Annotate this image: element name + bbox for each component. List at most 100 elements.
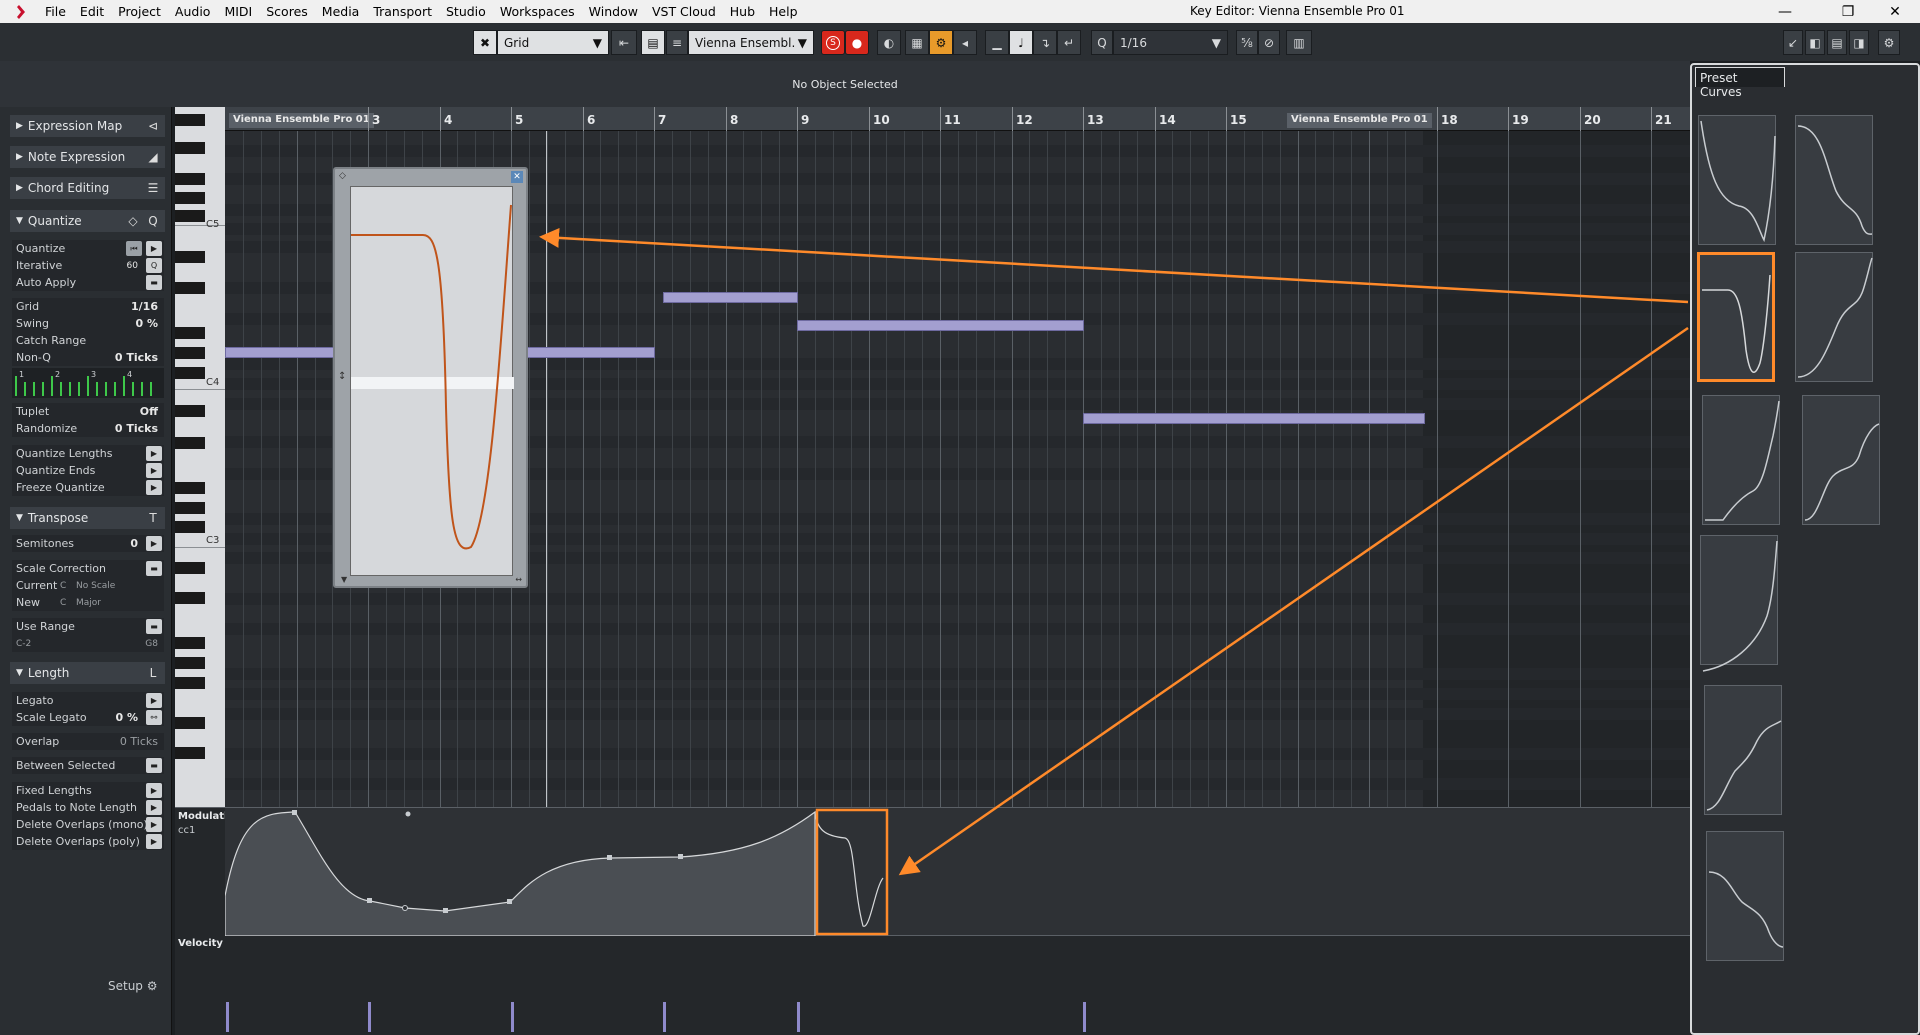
piano-keyboard[interactable]: C5 C4 C3 (175, 107, 225, 807)
row-semitones[interactable]: Semitones 0 ▶ (12, 535, 164, 552)
velocity-bar[interactable] (797, 1002, 800, 1032)
black-key[interactable] (175, 717, 205, 729)
menu-file[interactable]: File (38, 0, 73, 23)
midi-input-icon[interactable]: ⚙ (929, 30, 953, 55)
quantize-preset-select[interactable]: 1/16 ▼ (1113, 30, 1228, 55)
collapse-icon[interactable]: ↙ (1783, 30, 1803, 55)
row-delete-overlaps-mono[interactable]: Delete Overlaps (mono) ▶ (12, 816, 164, 833)
play-icon[interactable]: ▶ (146, 834, 162, 849)
black-key[interactable] (175, 347, 205, 359)
monitor-icon[interactable]: ◐ (877, 30, 901, 55)
preset-curve-thumb[interactable] (1706, 831, 1784, 961)
black-key[interactable] (175, 677, 205, 689)
row-grid[interactable]: Grid 1/16 (12, 298, 164, 315)
menu-scores[interactable]: Scores (259, 0, 315, 23)
play-icon[interactable]: ▶ (146, 480, 162, 495)
modulation-lane[interactable] (224, 808, 1690, 937)
section-transpose[interactable]: ▼ Transpose T (10, 507, 165, 529)
snap-toggle-icon[interactable]: ✖ (473, 30, 497, 55)
black-key[interactable] (175, 210, 205, 222)
gear-icon[interactable]: ⚙ (1878, 30, 1900, 55)
track-list-icon[interactable]: ▤ (641, 30, 665, 55)
black-key[interactable] (175, 637, 205, 649)
black-key[interactable] (175, 192, 205, 204)
minimize-icon[interactable]: — (1762, 0, 1808, 23)
curve-graphic[interactable] (351, 187, 514, 577)
row-quantize-ends[interactable]: Quantize Ends ▶ (12, 462, 164, 479)
diamond-icon[interactable]: ◇ (125, 213, 141, 229)
preset-curves-tab[interactable]: Preset Curves (1695, 67, 1785, 99)
black-key[interactable] (175, 405, 205, 417)
row-current-scale[interactable]: Current C No Scale (12, 577, 164, 594)
play-icon[interactable]: ▶ (146, 783, 162, 798)
row-swing[interactable]: Swing 0 % (12, 315, 164, 332)
velocity-bar[interactable] (226, 1002, 229, 1032)
row-between-selected[interactable]: Between Selected ▬ (12, 757, 164, 774)
menu-project[interactable]: Project (111, 0, 168, 23)
record-button[interactable]: ● (845, 30, 869, 55)
note-expression-icon[interactable]: ◢ (145, 149, 161, 165)
preset-curve-thumb[interactable] (1795, 252, 1873, 382)
cubase-logo-icon[interactable] (8, 3, 30, 21)
mouse-mode-icon[interactable]: ◂ (953, 30, 977, 55)
black-key[interactable] (175, 482, 205, 494)
transpose-icon[interactable]: ↵ (1057, 30, 1081, 55)
playhead-line[interactable] (546, 131, 547, 807)
quantize-reset-icon[interactable]: ⏮ (126, 241, 142, 256)
left-zone-icon[interactable]: ◧ (1805, 30, 1825, 55)
play-icon[interactable]: ▶ (146, 241, 162, 256)
row-fixed-lengths[interactable]: Fixed Lengths ▶ (12, 782, 164, 799)
row-scale-correction[interactable]: Scale Correction ▬ (12, 560, 164, 577)
menu-audio[interactable]: Audio (168, 0, 218, 23)
row-tuplet[interactable]: Tuplet Off (12, 403, 164, 420)
row-pedals-to-note-length[interactable]: Pedals to Note Length ▶ (12, 799, 164, 816)
velocity-bar[interactable] (511, 1002, 514, 1032)
menu-midi[interactable]: MIDI (217, 0, 259, 23)
row-quantize[interactable]: Quantize ⏮ ▶ (12, 240, 164, 257)
curve-editor-popup[interactable]: ◇ ✕ ↕ ▼ ↔ (333, 167, 528, 588)
lower-zone-icon[interactable]: ▤ (1827, 30, 1847, 55)
menu-media[interactable]: Media (315, 0, 367, 23)
row-randomize[interactable]: Randomize 0 Ticks (12, 420, 164, 437)
row-auto-apply[interactable]: Auto Apply ▬ (12, 274, 164, 291)
play-icon[interactable]: ▶ (146, 800, 162, 815)
right-zone-icon[interactable]: ◨ (1849, 30, 1869, 55)
menu-studio[interactable]: Studio (439, 0, 493, 23)
row-new-scale[interactable]: New C Major (12, 594, 164, 611)
velocity-lane[interactable] (225, 937, 1690, 1035)
preset-curve-thumb-selected[interactable] (1697, 252, 1775, 382)
row-iterative[interactable]: Iterative 60 Q (12, 257, 164, 274)
preset-curve-thumb[interactable] (1700, 535, 1778, 672)
black-key[interactable] (175, 367, 205, 379)
quantize-icon[interactable]: Q (145, 213, 161, 229)
row-catch-range[interactable]: Catch Range (12, 332, 164, 349)
expression-map-icon[interactable]: ⊲ (145, 118, 161, 134)
black-key[interactable] (175, 521, 205, 533)
velocity-bar[interactable] (1083, 1002, 1086, 1032)
black-key[interactable] (175, 114, 205, 126)
section-quantize[interactable]: ▼ Quantize ◇ Q (10, 210, 165, 232)
menu-help[interactable]: Help (762, 0, 805, 23)
row-legato[interactable]: Legato ▶ (12, 692, 164, 709)
row-freeze-quantize[interactable]: Freeze Quantize ▶ (12, 479, 164, 496)
part-tag[interactable]: Vienna Ensemble Pro 01 (229, 113, 374, 128)
preset-curve-thumb[interactable] (1704, 685, 1782, 815)
row-delete-overlaps-poly[interactable]: Delete Overlaps (poly) ▶ (12, 833, 164, 850)
setup-button[interactable]: Setup ⚙ (108, 979, 158, 993)
step-input-icon[interactable]: ▦ (905, 30, 929, 55)
quantize-button[interactable]: Q (1091, 30, 1113, 55)
toggle-icon[interactable]: ▬ (146, 561, 162, 576)
row-overlap[interactable]: Overlap 0 Ticks (12, 733, 164, 750)
chevron-down-icon[interactable]: ▼ (341, 575, 347, 584)
iterative-icon[interactable]: Q (146, 258, 162, 273)
lane-cc-label[interactable]: cc1 (178, 825, 195, 836)
menu-hub[interactable]: Hub (723, 0, 762, 23)
black-key[interactable] (175, 657, 205, 669)
close-icon[interactable]: ✕ (1872, 0, 1918, 23)
row-scale-legato[interactable]: Scale Legato 0 % ⚯ (12, 709, 164, 726)
black-key[interactable] (175, 282, 205, 294)
menu-workspaces[interactable]: Workspaces (493, 0, 582, 23)
preset-curve-thumb[interactable] (1795, 115, 1873, 245)
track-select[interactable]: Vienna Ensembl. ▼ (688, 30, 814, 55)
black-key[interactable] (175, 327, 205, 339)
